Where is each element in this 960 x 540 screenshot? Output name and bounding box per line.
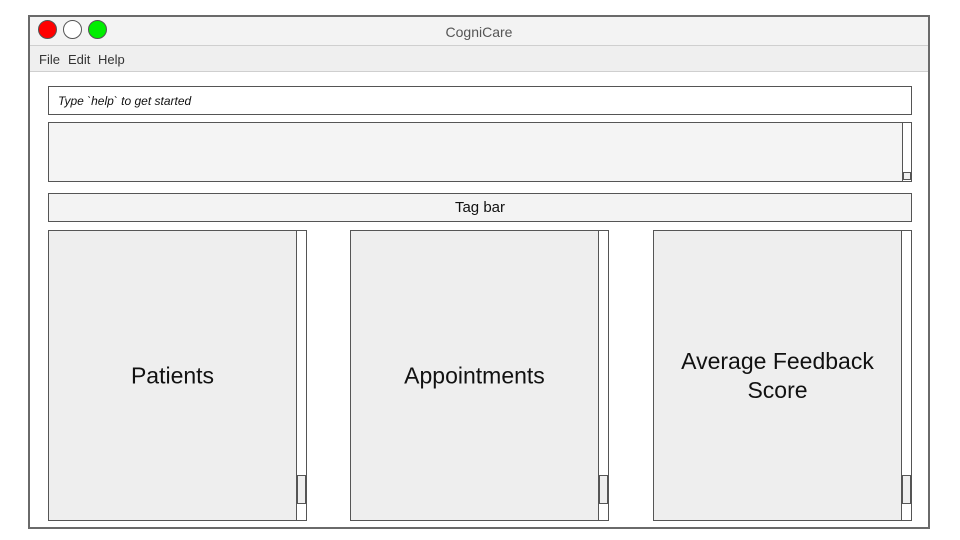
result-scrollbar[interactable] (902, 123, 911, 181)
result-scrollbar-thumb[interactable] (903, 172, 911, 180)
result-display (48, 122, 912, 182)
menu-help[interactable]: Help (98, 52, 125, 67)
feedback-scrollbar[interactable] (901, 231, 911, 520)
feedback-scrollbar-thumb[interactable] (902, 475, 911, 504)
window-title: CogniCare (445, 24, 513, 40)
menu-file[interactable]: File (39, 52, 60, 67)
feedback-panel-title: Average Feedback Score (681, 347, 874, 403)
menu-edit[interactable]: Edit (68, 52, 90, 67)
appointments-panel: Appointments (350, 230, 609, 521)
app-window: CogniCare File Edit Help Type `help` to … (28, 15, 930, 529)
patients-scrollbar[interactable] (296, 231, 306, 520)
title-bar: CogniCare (30, 17, 928, 46)
appointments-scrollbar-thumb[interactable] (599, 475, 608, 504)
menu-bar: File Edit Help (30, 46, 928, 72)
command-input[interactable]: Type `help` to get started (48, 86, 912, 115)
appointments-scrollbar[interactable] (598, 231, 608, 520)
command-placeholder: Type `help` to get started (58, 94, 192, 108)
patients-panel: Patients (48, 230, 307, 521)
patients-panel-title: Patients (130, 362, 215, 388)
feedback-panel: Average Feedback Score (653, 230, 912, 521)
appointments-panel-title: Appointments (404, 362, 545, 388)
tag-bar: Tag bar (48, 193, 912, 222)
patients-scrollbar-thumb[interactable] (297, 475, 306, 504)
